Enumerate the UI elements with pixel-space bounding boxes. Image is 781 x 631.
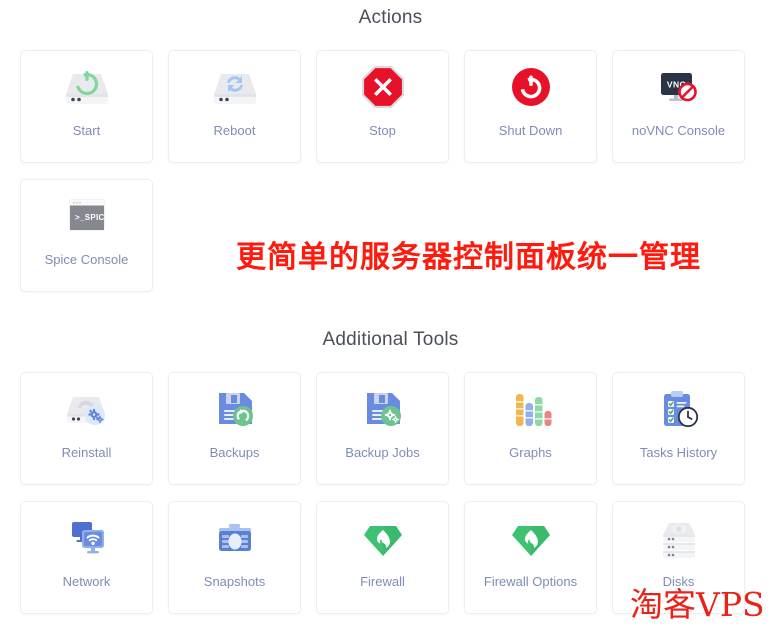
spice-terminal-icon: >_SPICE (21, 180, 152, 252)
tool-card-firewall[interactable]: Firewall (316, 501, 449, 614)
tool-card-network[interactable]: Network (20, 501, 153, 614)
action-label: Start (72, 123, 101, 138)
site-watermark: 淘客VPS (630, 585, 765, 624)
action-card-reboot[interactable]: Reboot (168, 50, 301, 163)
action-card-start[interactable]: Start (20, 50, 153, 163)
action-card-shut-down[interactable]: Shut Down (464, 50, 597, 163)
promo-overlay-text: 更简单的服务器控制面板统一管理 (236, 240, 701, 275)
action-card-novnc-console[interactable]: VNC noVNC Console (612, 50, 745, 163)
additional-tools-section-title: Additional Tools (322, 329, 459, 350)
green-diamond-flame-icon (317, 502, 448, 574)
action-label: noVNC Console (631, 123, 726, 138)
tool-label: Firewall (360, 574, 405, 589)
tool-card-tasks-history[interactable]: Tasks History (612, 372, 745, 485)
disk-stack-icon (613, 502, 744, 574)
tool-label: Graphs (509, 445, 552, 460)
tool-card-snapshots[interactable]: Snapshots (168, 501, 301, 614)
tool-card-backup-jobs[interactable]: Backup Jobs (316, 372, 449, 485)
action-label: Spice Console (44, 252, 129, 267)
vnc-monitor-blocked-icon: VNC (613, 51, 744, 123)
server-gear-icon (21, 373, 152, 445)
tool-label: Backups (209, 445, 260, 460)
tool-label: Backup Jobs (345, 445, 420, 460)
tool-label: Snapshots (203, 574, 266, 589)
floppy-gear-icon (317, 373, 448, 445)
actions-section-title: Actions (358, 7, 423, 28)
tool-label: Network (62, 574, 111, 589)
tool-card-reinstall[interactable]: Reinstall (20, 372, 153, 485)
tool-card-graphs[interactable]: Graphs (464, 372, 597, 485)
tool-label: Firewall Options (483, 574, 578, 589)
bar-cylinders-icon (465, 373, 596, 445)
vps-control-panel: Actions Start Reboot Stop Shut Down VNC … (0, 0, 781, 631)
power-off-red-icon (465, 51, 596, 123)
tool-card-firewall-options[interactable]: Firewall Options (464, 501, 597, 614)
action-label: Stop (369, 123, 396, 138)
action-label: Reboot (213, 123, 256, 138)
tool-label: Tasks History (639, 445, 718, 460)
stop-octagon-icon (317, 51, 448, 123)
action-card-spice-console[interactable]: >_SPICE Spice Console (20, 179, 153, 292)
camera-icon (169, 502, 300, 574)
tool-card-backups[interactable]: Backups (168, 372, 301, 485)
tool-label: Reinstall (61, 445, 112, 460)
clipboard-clock-icon (613, 373, 744, 445)
action-label: Shut Down (498, 123, 563, 138)
server-power-green-icon (21, 51, 152, 123)
server-refresh-icon (169, 51, 300, 123)
floppy-restore-icon (169, 373, 300, 445)
svg-text:>_SPICE: >_SPICE (75, 213, 110, 222)
action-card-stop[interactable]: Stop (316, 50, 449, 163)
green-diamond-flame-icon (465, 502, 596, 574)
monitors-wifi-icon (21, 502, 152, 574)
